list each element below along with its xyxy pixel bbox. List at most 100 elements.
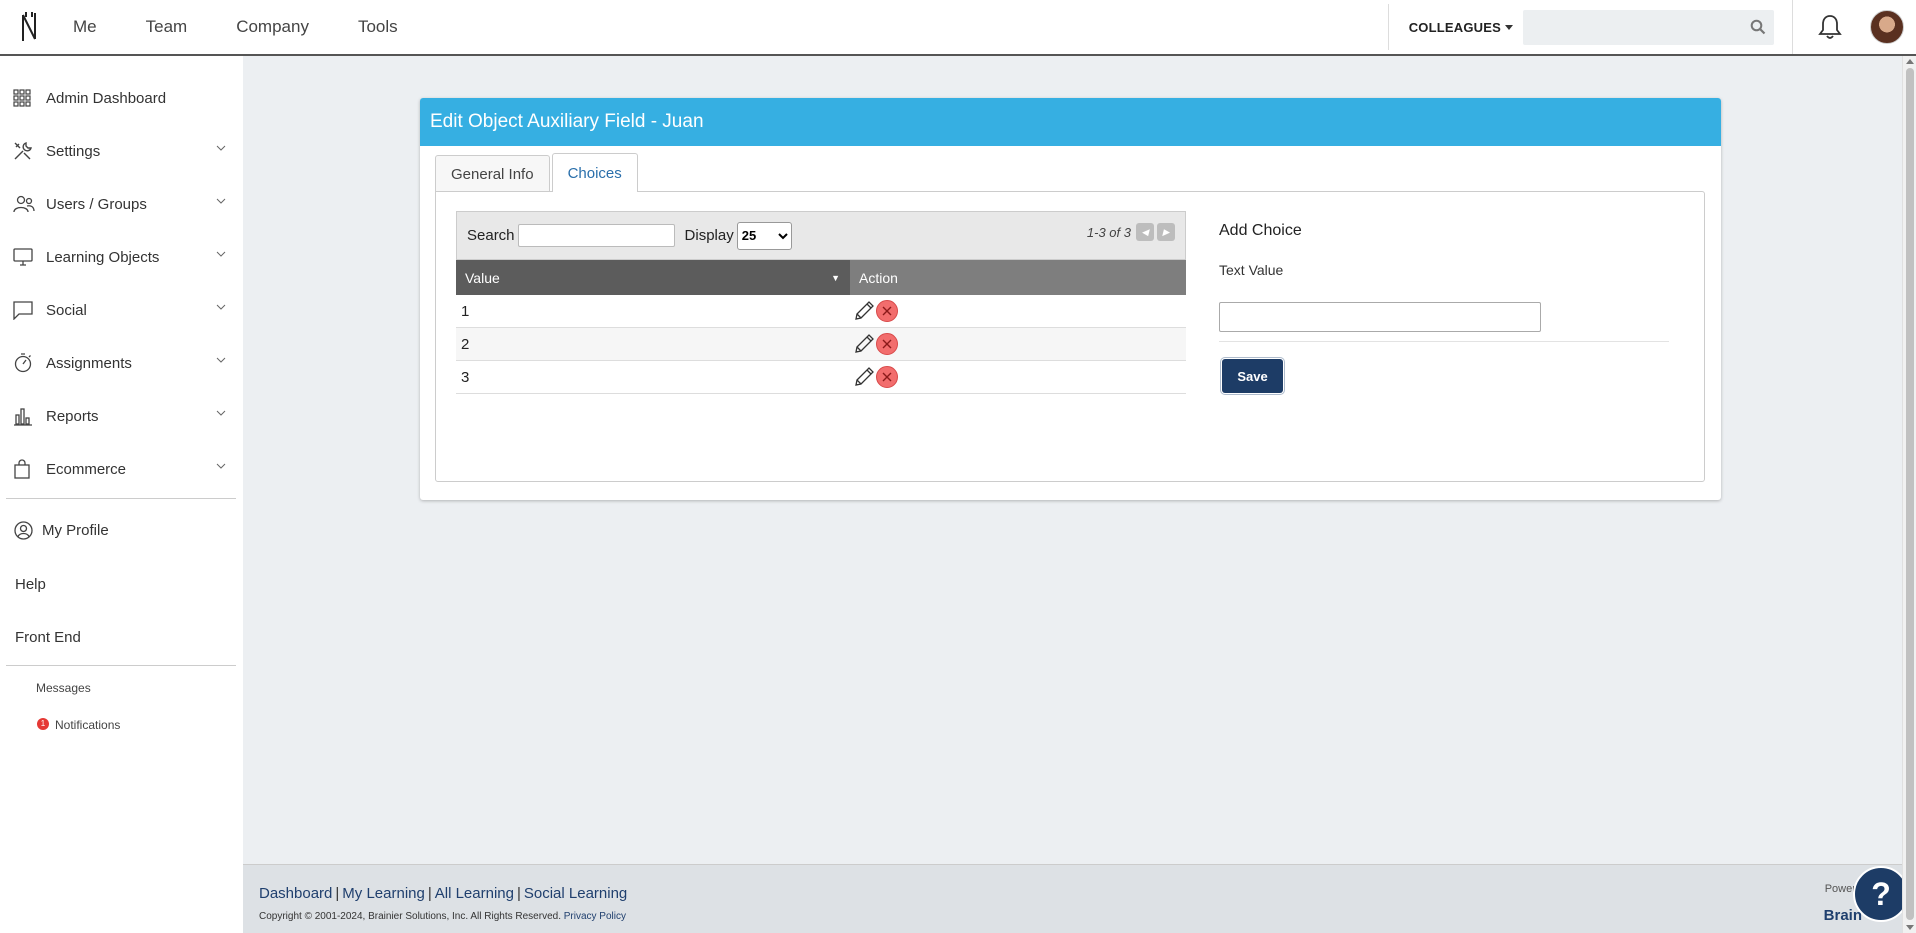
text-value-input[interactable] <box>1219 302 1541 332</box>
sidebar-item-learning-objects[interactable]: Learning Objects <box>0 237 238 277</box>
action-cell <box>850 299 898 323</box>
value-cell: 2 <box>461 335 470 353</box>
grid-display-label: Display <box>684 227 734 244</box>
grid-display-select[interactable]: 25 <box>736 221 792 250</box>
delete-button[interactable] <box>876 333 898 355</box>
tab-choices[interactable]: Choices <box>551 153 638 192</box>
tab-general-info[interactable]: General Info <box>435 155 550 192</box>
edit-pencil-icon[interactable] <box>852 332 876 356</box>
action-cell <box>850 332 898 356</box>
caret-down-icon <box>1505 24 1513 30</box>
footer-link-my-learning[interactable]: My Learning <box>342 885 425 902</box>
chat-icon <box>13 300 39 320</box>
panel-tabs: General Info Choices <box>435 153 640 192</box>
bar-chart-icon <box>13 406 39 426</box>
sidebar-item-my-profile[interactable]: My Profile <box>0 510 238 550</box>
sidebar-divider <box>6 665 236 666</box>
next-page-button[interactable]: ▶ <box>1157 223 1175 241</box>
sidebar-item-reports[interactable]: Reports <box>0 396 238 436</box>
footer-link-social-learning[interactable]: Social Learning <box>524 885 627 902</box>
grid-search-input[interactable] <box>517 224 675 247</box>
table-row: 1 <box>456 295 1186 328</box>
action-cell <box>850 365 898 389</box>
chevron-down-icon <box>216 463 226 469</box>
question-mark-icon: ? <box>1871 875 1891 912</box>
footer-separator: | <box>335 885 340 902</box>
sidebar-notifications-link[interactable]: Notifications <box>55 718 120 732</box>
grid-rows: 1 2 3 <box>456 295 1186 394</box>
close-icon <box>882 306 892 316</box>
sidebar-item-label: Users / Groups <box>46 195 147 213</box>
sidebar-item-label: Ecommerce <box>46 460 127 478</box>
table-row: 2 <box>456 328 1186 361</box>
chevron-down-icon <box>216 251 226 257</box>
grid-icon <box>13 89 39 107</box>
add-choice-form: Add Choice Text Value Save <box>1219 222 1669 393</box>
chevron-down-icon <box>216 357 226 363</box>
sidebar-item-social[interactable]: Social <box>0 290 238 330</box>
sidebar-item-settings[interactable]: Settings <box>0 131 238 171</box>
delete-button[interactable] <box>876 366 898 388</box>
search-icon[interactable] <box>1750 19 1766 35</box>
bell-icon <box>1817 15 1842 39</box>
sidebar-item-label: Assignments <box>46 354 132 372</box>
users-icon <box>13 195 39 213</box>
sidebar-item-assignments[interactable]: Assignments <box>0 343 238 383</box>
delete-button[interactable] <box>876 300 898 322</box>
edit-pencil-icon[interactable] <box>852 299 876 323</box>
user-avatar[interactable] <box>1870 10 1904 44</box>
top-nav: Me Team Company Tools <box>73 0 447 54</box>
column-header-value[interactable]: Value ▼ <box>456 260 850 295</box>
sidebar-item-admin-dashboard[interactable]: Admin Dashboard <box>0 78 238 118</box>
topnav-team[interactable]: Team <box>146 17 188 37</box>
footer: Dashboard | My Learning | All Learning | Socia… <box>243 864 1902 933</box>
topnav-me[interactable]: Me <box>73 17 97 37</box>
scroll-up-arrow-icon[interactable] <box>1906 59 1914 64</box>
save-button[interactable]: Save <box>1222 359 1283 393</box>
global-search-input[interactable] <box>1523 9 1774 45</box>
scroll-down-arrow-icon[interactable] <box>1906 925 1914 930</box>
notifications-bell[interactable] <box>1792 0 1866 54</box>
edit-pencil-icon[interactable] <box>852 365 876 389</box>
close-icon <box>882 339 892 349</box>
sidebar-item-front-end[interactable]: Front End <box>15 629 81 646</box>
chevron-down-icon <box>216 198 226 204</box>
text-value-label: Text Value <box>1219 262 1284 278</box>
grid-search-label: Search <box>467 227 515 244</box>
monitor-icon <box>13 248 39 266</box>
sidebar-item-label: My Profile <box>42 521 109 539</box>
brainier-logo[interactable] <box>0 0 60 54</box>
footer-separator: | <box>427 885 432 902</box>
timer-icon <box>13 353 39 373</box>
tools-icon <box>13 141 39 161</box>
table-row: 3 <box>456 361 1186 394</box>
sidebar-item-help[interactable]: Help <box>15 576 46 593</box>
brainier-brand-logo: Brain <box>1823 907 1862 924</box>
shopping-bag-icon <box>13 459 39 479</box>
logo-icon <box>22 12 36 41</box>
grid-pager: 1-3 of 3 ◀ ▶ <box>1087 223 1175 241</box>
add-choice-title: Add Choice <box>1219 222 1302 239</box>
sidebar-messages-link[interactable]: Messages <box>36 681 91 695</box>
copyright-text: Copyright © 2001-2024, Brainier Solution… <box>259 911 561 922</box>
privacy-policy-link[interactable]: Privacy Policy <box>564 911 626 922</box>
footer-link-dashboard[interactable]: Dashboard <box>259 885 332 902</box>
notification-count-badge: 1 <box>37 718 49 730</box>
sidebar: Admin Dashboard Settings Users / Groups … <box>0 56 243 933</box>
column-header-action: Action <box>850 260 1186 295</box>
sidebar-item-label: Admin Dashboard <box>46 89 167 107</box>
topnav-company[interactable]: Company <box>236 17 309 37</box>
value-cell: 1 <box>461 302 470 320</box>
page-scrollbar[interactable] <box>1902 56 1916 933</box>
sidebar-item-users-groups[interactable]: Users / Groups <box>0 184 238 224</box>
sidebar-item-ecommerce[interactable]: Ecommerce <box>0 449 238 489</box>
help-button[interactable]: ? <box>1853 866 1909 922</box>
panel-title: Edit Object Auxiliary Field - Juan <box>420 98 1721 146</box>
footer-link-all-learning[interactable]: All Learning <box>435 885 514 902</box>
scroll-thumb[interactable] <box>1906 68 1914 920</box>
prev-page-button[interactable]: ◀ <box>1136 223 1154 241</box>
topnav-tools[interactable]: Tools <box>358 17 398 37</box>
choices-grid: Search Display 25 1-3 of 3 ◀ ▶ Value ▼ A… <box>456 211 1186 394</box>
colleagues-dropdown[interactable]: COLLEAGUES <box>1409 20 1513 35</box>
sort-desc-icon: ▼ <box>831 273 840 283</box>
